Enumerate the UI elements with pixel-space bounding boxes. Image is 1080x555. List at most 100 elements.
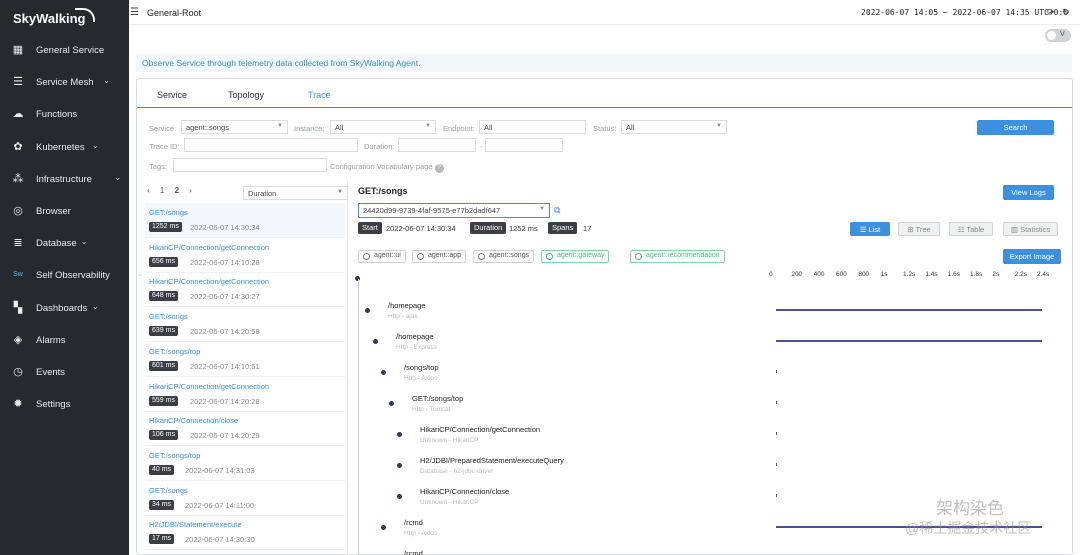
service-select[interactable]: agent::songs ▼: [181, 120, 288, 134]
chevron-down-icon: ▼: [277, 123, 283, 129]
sort-select[interactable]: Duration ▼: [243, 186, 348, 200]
watermark-title: 架构染色: [936, 499, 1004, 518]
view-table-button[interactable]: ☷ Table: [949, 222, 993, 236]
trace-id-input[interactable]: [184, 138, 358, 152]
service-legend-item[interactable]: agent::recommendation: [630, 250, 725, 263]
span-node-dot: [397, 432, 402, 437]
brand-logo[interactable]: SkyWalking: [13, 8, 95, 26]
duration-min-input[interactable]: [398, 138, 476, 152]
trace-list-item[interactable]: GET:/songs 639 ms 2022-06-07 14:20:58: [145, 307, 345, 343]
span-duration-bar[interactable]: [776, 340, 1042, 342]
service-legend-item[interactable]: agent::app: [412, 250, 467, 263]
trace-duration-badge: 648 ms: [149, 291, 178, 302]
sidebar-item-database[interactable]: ≣ Database ⌄: [0, 232, 129, 256]
span-name[interactable]: /rcmd: [404, 518, 423, 527]
trace-endpoint: H2/JDBI/Statement/execute: [149, 520, 242, 530]
duration-chip: Duration: [470, 222, 507, 234]
span-name[interactable]: /songs/top: [404, 363, 439, 372]
trace-endpoint: GET:/songs/top: [149, 450, 201, 460]
trace-list-item[interactable]: GET:/songs 1252 ms 2022-06-07 14:30:34: [145, 203, 345, 238]
next-page-icon[interactable]: ›: [189, 186, 192, 195]
trace-list-item[interactable]: HikariCP/Connection/getConnection 559 ms 2…: [145, 377, 345, 412]
trace-list-item[interactable]: GET:/songs/top 40 ms 2022-06-07 14:31:03: [145, 446, 345, 481]
database-icon: ≣: [13, 237, 23, 250]
view-tree-button[interactable]: ⊞ Tree: [898, 222, 940, 236]
sidebar-item-browser[interactable]: ◎ Browser: [0, 200, 129, 224]
collapse-menu-icon[interactable]: ☰: [130, 7, 139, 18]
circle-icon: [417, 253, 424, 260]
trace-id-select[interactable]: 24420d99-9739-4faf-9575-e77b2dadf647 ▼: [358, 203, 550, 218]
auto-refresh-icon[interactable]: ⟳: [1047, 7, 1055, 18]
dashboards-icon: ▚: [13, 301, 23, 314]
service-legend-item[interactable]: agent::ui: [358, 250, 406, 263]
help-icon[interactable]: ?: [434, 164, 444, 173]
span-name[interactable]: HikariCP/Connection/close: [420, 487, 509, 496]
span-duration-tick[interactable]: [776, 401, 777, 404]
trace-list-item[interactable]: HikariCP/Connection/getConnection 656 ms 2…: [145, 238, 345, 273]
circle-icon: [546, 253, 553, 260]
trace-list-item[interactable]: GET:/songs/top 601 ms 2022-06-07 14:10:51: [145, 342, 345, 377]
prev-page-icon[interactable]: ‹: [147, 186, 150, 195]
service-legend-item[interactable]: agent::gateway: [541, 250, 610, 263]
sidebar-item-events[interactable]: ◷ Events: [0, 361, 129, 385]
reload-icon[interactable]: ↻: [1062, 7, 1070, 18]
trace-list-item[interactable]: GET:/songs 34 ms 2022-06-07 14:11:00: [145, 481, 345, 516]
span-name[interactable]: /homepage: [388, 301, 426, 310]
sidebar: SkyWalking ▦ General Service ☰ Service Mesh…: [0, 0, 144, 555]
trace-list-item[interactable]: HikariCP/Connection/getConnection 648 ms 2…: [145, 272, 345, 308]
instance-select[interactable]: All ▼: [330, 120, 436, 134]
endpoint-filter-label: Endpoint:: [443, 124, 475, 133]
theme-toggle[interactable]: V: [1045, 29, 1071, 42]
axis-tick-label: 1.2s: [903, 271, 916, 278]
tab-trace[interactable]: Trace: [308, 90, 331, 100]
status-select[interactable]: All ▼: [621, 120, 727, 134]
span-duration-bar[interactable]: [776, 309, 1042, 311]
trace-list-item[interactable]: H2/JDBI/Statement/execute 17 ms 2022-06-07…: [145, 515, 345, 551]
config-vocabulary-link[interactable]: Configuration Vocabulary page ?: [330, 162, 444, 173]
span-duration-tick[interactable]: [776, 370, 777, 373]
span-name[interactable]: /rcmd: [404, 549, 423, 555]
infrastructure-icon: ⁂: [12, 172, 24, 185]
sidebar-item-infrastructure[interactable]: ⁂ Infrastructure ⌄: [0, 168, 129, 192]
search-button[interactable]: Search: [977, 120, 1054, 135]
service-legend-item[interactable]: agent::songs: [473, 250, 535, 263]
sidebar-item-alarms[interactable]: ◈ Alarms: [0, 329, 129, 353]
trace-timestamp: 2022-06-07 14:10:51: [190, 361, 260, 371]
axis-tick-label: 600: [836, 271, 847, 278]
sidebar-item-dashboards[interactable]: ▚ Dashboards ⌄: [0, 297, 129, 321]
axis-tick-label: 400: [813, 271, 825, 278]
page-2[interactable]: 2: [175, 186, 179, 195]
view-logs-button[interactable]: View Logs: [1003, 185, 1054, 200]
service-legend-label: agent::recommendation: [646, 252, 720, 259]
tags-input[interactable]: [173, 158, 327, 172]
span-name[interactable]: GET:/songs/top: [412, 394, 463, 403]
sidebar-item-kubernetes[interactable]: ✿ Kubernetes ⌄: [0, 136, 129, 160]
sidebar-item-functions[interactable]: ☁ Functions: [0, 103, 129, 127]
sidebar-item-service-mesh[interactable]: ☰ Service Mesh ⌄: [0, 71, 129, 95]
tab-topology[interactable]: Topology: [228, 90, 264, 100]
span-component: Database - h2-jdbc-driver: [420, 468, 494, 475]
sidebar-item-self-observability[interactable]: Sw Self Observability ⌄: [0, 264, 143, 288]
span-duration-tick[interactable]: [776, 432, 777, 435]
page-1[interactable]: 1: [160, 186, 164, 195]
time-range[interactable]: 2022-06-07 14:05 ~ 2022-06-07 14:35 UTC+…: [861, 8, 1068, 17]
export-image-button[interactable]: Export Image: [1003, 249, 1061, 264]
span-duration-tick[interactable]: [776, 463, 777, 466]
trace-endpoint: HikariCP/Connection/close: [149, 416, 239, 426]
sidebar-item-general-service[interactable]: ▦ General Service: [0, 39, 129, 63]
toggle-label: V: [1060, 31, 1065, 38]
span-duration-tick[interactable]: [776, 494, 777, 497]
sidebar-item-settings[interactable]: ✹ Settings: [0, 393, 129, 417]
span-name[interactable]: /homepage: [396, 332, 434, 341]
trace-list-item[interactable]: HikariCP/Connection/close 106 ms 2022-06-0…: [145, 411, 345, 447]
span-component: Http - ajax: [388, 313, 418, 320]
span-name[interactable]: H2/JDBI/PreparedStatement/executeQuery: [420, 456, 564, 465]
copy-icon[interactable]: ⧉: [554, 205, 560, 216]
endpoint-select[interactable]: All: [479, 120, 586, 134]
tab-service[interactable]: Service: [157, 90, 187, 100]
span-name[interactable]: HikariCP/Connection/getConnection: [420, 425, 540, 434]
span-component: Unknown - HikariCP: [420, 437, 479, 444]
view-statistics-button[interactable]: ▥ Statistics: [1003, 222, 1058, 236]
view-list-button[interactable]: ☰ List: [850, 222, 890, 236]
duration-max-input[interactable]: [485, 138, 563, 152]
